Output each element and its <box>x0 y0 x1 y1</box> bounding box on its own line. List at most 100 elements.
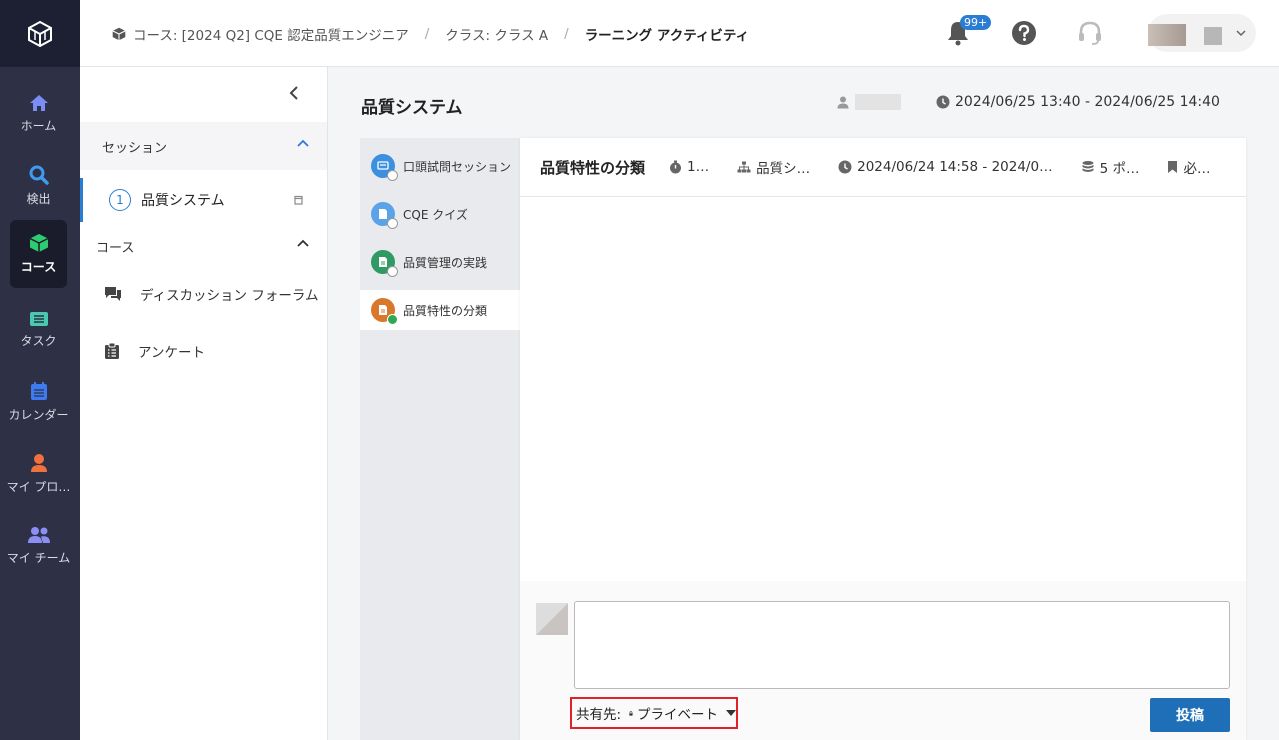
session-instructor <box>837 94 901 110</box>
activity-required: 必… <box>1167 157 1210 177</box>
activity-item-label: 口頭試問セッション <box>403 159 512 174</box>
share-label: 共有先: <box>576 707 622 723</box>
session-item-label: 品質システム <box>141 193 225 209</box>
nav-task[interactable]: タスク <box>10 296 67 364</box>
session-section-title: セッション <box>102 140 168 156</box>
activity-title: 品質特性の分類 <box>540 158 646 177</box>
app-root: ホーム 検出 コース タスク カレンダー マイ プロ… マイ チーム コース: … <box>0 0 1279 740</box>
activity-session-text: 品質シ… <box>756 161 811 177</box>
session-mini-icon <box>294 195 303 205</box>
course-cube-icon <box>112 27 126 41</box>
activity-required-text: 必… <box>1183 161 1211 177</box>
sidebar-link-survey[interactable]: アンケート <box>104 341 205 361</box>
notification-badge: 99+ <box>960 15 992 30</box>
nav-home[interactable]: ホーム <box>10 80 67 148</box>
stopwatch-icon <box>670 160 682 174</box>
activity-item[interactable]: 品質管理の実践 <box>360 242 520 282</box>
chevron-up-icon <box>297 139 309 147</box>
status-pending-icon <box>387 218 398 229</box>
collapse-sidebar-chevron-icon[interactable] <box>289 86 299 100</box>
nav-my-profile-label: マイ プロ… <box>6 480 71 494</box>
top-header: コース: [2024 Q2] CQE 認定品質エンジニア / クラス: クラス … <box>80 0 1279 67</box>
breadcrumb: コース: [2024 Q2] CQE 認定品質エンジニア / クラス: クラス … <box>112 24 749 44</box>
session-section-header[interactable]: セッション <box>80 122 327 170</box>
help-icon[interactable] <box>1011 20 1037 46</box>
activity-points: 5 ポ… <box>1081 157 1140 177</box>
session-time-text: 2024/06/25 13:40 - 2024/06/25 14:40 <box>955 94 1220 110</box>
breadcrumb-class[interactable]: クラス: クラス A <box>445 24 548 44</box>
activity-duration-text: 1… <box>687 159 710 175</box>
course-cube-icon <box>29 234 48 252</box>
course-section-title: コース <box>96 240 135 256</box>
nav-task-label: タスク <box>20 334 57 348</box>
activity-item[interactable]: CQE クイズ <box>360 194 520 234</box>
quiz-icon <box>371 202 398 229</box>
nav-calendar-label: カレンダー <box>8 408 69 422</box>
cube-logo-icon <box>28 20 52 47</box>
activity-item-label: 品質管理の実践 <box>403 255 488 270</box>
clock-icon <box>936 95 950 109</box>
nav-my-profile[interactable]: マイ プロ… <box>7 440 70 508</box>
course-sidebar: セッション 1 品質システム コース ディスカッション フォーラム アンケート <box>80 67 328 740</box>
user-avatar <box>1148 24 1186 46</box>
headset-icon[interactable] <box>1077 20 1103 46</box>
activity-item[interactable]: 口頭試問セッション <box>360 146 520 186</box>
user-menu[interactable] <box>1148 14 1256 52</box>
chevron-down-icon <box>1236 30 1246 37</box>
nav-course[interactable]: コース <box>10 220 67 288</box>
share-value: プライベート <box>637 707 718 723</box>
avatar <box>536 603 568 635</box>
coins-icon <box>1082 161 1094 172</box>
document-icon <box>371 298 398 325</box>
person-icon <box>30 454 47 472</box>
activity-duration: 1… <box>669 159 709 175</box>
nav-search-label: 検出 <box>26 192 51 206</box>
share-visibility-dropdown[interactable]: 共有先: プライベート <box>570 697 738 729</box>
activity-session: 品質シ… <box>737 157 810 177</box>
lock-icon <box>629 710 633 716</box>
person-icon <box>837 96 849 108</box>
home-icon <box>29 95 48 111</box>
sidebar-link-survey-label: アンケート <box>138 345 205 361</box>
nav-my-team-label: マイ チーム <box>6 551 71 565</box>
nav-home-label: ホーム <box>20 119 57 133</box>
nav-calendar[interactable]: カレンダー <box>8 368 69 436</box>
course-section-header[interactable]: コース <box>80 222 327 270</box>
breadcrumb-course[interactable]: コース: [2024 Q2] CQE 認定品質エンジニア <box>133 24 409 44</box>
activity-panel-header: 品質特性の分類 1… 品質シ… 2024/06/24 14:58 - 2024/… <box>520 138 1246 197</box>
activity-panel: 品質特性の分類 1… 品質シ… 2024/06/24 14:58 - 2024/… <box>520 138 1246 740</box>
user-name-blurred <box>1204 27 1222 45</box>
survey-icon <box>105 342 119 359</box>
activity-item-active[interactable]: 品質特性の分類 <box>360 290 520 330</box>
post-button[interactable]: 投稿 <box>1150 698 1230 732</box>
caret-down-icon <box>726 710 736 716</box>
nav-search[interactable]: 検出 <box>10 152 67 220</box>
activity-item-label: CQE クイズ <box>403 207 468 222</box>
app-logo[interactable] <box>0 0 80 67</box>
status-complete-icon <box>387 314 398 325</box>
clock-icon <box>838 160 852 174</box>
sidebar-link-forum[interactable]: ディスカッション フォーラム <box>104 284 318 304</box>
chevron-up-icon <box>297 239 309 247</box>
forum-icon <box>105 287 121 301</box>
oral-exam-icon <box>371 154 398 181</box>
activity-item-label: 品質特性の分類 <box>403 303 488 318</box>
session-number: 1 <box>109 189 131 211</box>
breadcrumb-separator: / <box>564 26 569 42</box>
calendar-icon <box>30 382 47 400</box>
sidebar-link-forum-label: ディスカッション フォーラム <box>140 288 319 304</box>
document-icon <box>371 250 398 277</box>
instructor-name-blurred <box>855 94 901 110</box>
task-icon <box>29 312 48 326</box>
comment-composer: 共有先: プライベート 投稿 <box>520 581 1246 740</box>
session-item[interactable]: 1 品質システム <box>80 178 327 222</box>
session-time: 2024/06/25 13:40 - 2024/06/25 14:40 <box>936 94 1220 110</box>
nav-my-team[interactable]: マイ チーム <box>6 512 71 580</box>
activity-time-text: 2024/06/24 14:58 - 2024/0… <box>857 159 1053 175</box>
comment-input[interactable] <box>574 601 1230 689</box>
page-title: 品質システム <box>361 98 463 118</box>
breadcrumb-separator: / <box>424 26 430 42</box>
hierarchy-icon <box>737 161 751 173</box>
activity-points-text: 5 ポ… <box>1099 161 1140 177</box>
bookmark-icon <box>1168 161 1178 173</box>
